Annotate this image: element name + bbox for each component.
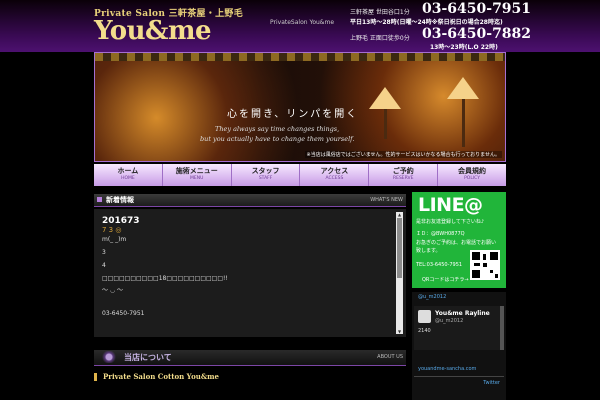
line-text: お急ぎのご予約は、お電話でお願い bbox=[416, 240, 497, 246]
nav-menu[interactable]: 施術メニュー MENU bbox=[163, 164, 232, 186]
shop1-location: 三軒茶屋 世田谷口1分 bbox=[350, 9, 410, 16]
news-post-line: m(_ _)m bbox=[102, 236, 127, 243]
twitter-handle-link[interactable]: @u_m2012 bbox=[418, 294, 446, 300]
nav-access[interactable]: アクセス ACCESS bbox=[300, 164, 370, 186]
lamp-shade-left bbox=[369, 87, 401, 109]
news-section-title: 新着情報 bbox=[106, 196, 134, 204]
nav-reserve[interactable]: ご予約 RESERVE bbox=[369, 164, 439, 186]
news-post-line: □□□□□□□□□□18□□□□□□□□□□!! bbox=[102, 275, 228, 282]
website-link[interactable]: youandme-sancha.com bbox=[418, 366, 476, 372]
shop2-location: 上野毛 正面口徒歩0分 bbox=[350, 35, 410, 42]
about-section-title: 当店について bbox=[124, 353, 172, 362]
tweet-author-name[interactable]: You&me Rayline bbox=[435, 310, 490, 317]
nav-label: 会員規約 bbox=[458, 167, 487, 175]
twitter-widget: @u_m2012 You&me Rayline @u_m2012 2140 yo… bbox=[412, 292, 506, 400]
about-subtitle: Private Salon Cotton You&me bbox=[94, 372, 219, 381]
nav-label: アクセス bbox=[320, 167, 349, 175]
nav-sublabel: RESERVE bbox=[392, 176, 414, 181]
nav-sublabel: POLICY bbox=[464, 176, 480, 181]
tweet-body: 2140 bbox=[418, 328, 431, 334]
hero-quote-line2: but you actually have to change them you… bbox=[200, 135, 355, 143]
tweet-scrollbar[interactable] bbox=[500, 306, 504, 350]
site-logo[interactable]: You&me bbox=[94, 16, 212, 46]
nav-sublabel: HOME bbox=[121, 176, 135, 181]
line-at-banner[interactable]: LINE@ 是非お友達登録して下さいね♪ ＩＤ：@BWH0877Q お急ぎのご予… bbox=[412, 192, 506, 288]
nav-sublabel: ACCESS bbox=[325, 176, 344, 181]
news-scrollbar[interactable]: ▲ ▼ bbox=[396, 212, 403, 334]
line-tel: TEL:03-6450-7951 bbox=[416, 262, 463, 268]
shop1-hours: 平日13時～28時(日曜～24時※祭日祝日の場合28時迄) bbox=[350, 19, 503, 26]
whats-new-link[interactable]: WHAT'S NEW bbox=[370, 197, 403, 203]
divider bbox=[414, 376, 504, 377]
hero-quote-line1: They always say time changes things, bbox=[215, 125, 340, 133]
lamp-shade-right bbox=[447, 77, 479, 99]
line-id: ＩＤ：@BWH0877Q bbox=[416, 231, 465, 237]
square-bullet-icon bbox=[97, 197, 102, 202]
scrollbar-thumb[interactable] bbox=[397, 218, 402, 278]
nav-label: ホーム bbox=[117, 167, 139, 175]
qr-code-icon bbox=[470, 250, 500, 280]
news-section-header: 新着情報 WHAT'S NEW bbox=[94, 194, 406, 207]
news-post-title: 201673 bbox=[102, 216, 140, 226]
line-qr-caption: QRコードはコチラ→ bbox=[422, 277, 469, 283]
nav-sublabel: STAFF bbox=[258, 176, 273, 181]
line-text: 是非お友達登録して下さいね♪ bbox=[416, 219, 485, 225]
hero-disclaimer: ※当店は風俗店ではございません。性的サービスはいかなる場合も行っておりません。 bbox=[304, 151, 502, 158]
hero-heading: 心を開き、リンパを開く bbox=[227, 109, 359, 120]
nav-label: 施術メニュー bbox=[175, 167, 218, 175]
lamp-stand-left bbox=[384, 109, 387, 139]
shop2-hours: 13時～23時(L.O 22時) bbox=[430, 44, 498, 51]
avatar[interactable] bbox=[418, 310, 431, 323]
line-text: 致します。 bbox=[416, 248, 441, 254]
news-post-line: 3 bbox=[102, 249, 106, 256]
nav-policy[interactable]: 会員規約 POLICY bbox=[438, 164, 506, 186]
tweet-card[interactable]: You&me Rayline @u_m2012 2140 bbox=[414, 306, 504, 350]
nav-label: スタッフ bbox=[251, 167, 280, 175]
pin-icon bbox=[94, 373, 97, 381]
site-header: Private Salon 三軒茶屋・上野毛 You&me PrivateSal… bbox=[0, 0, 600, 52]
twitter-link[interactable]: Twitter bbox=[483, 380, 500, 386]
about-section-header: 当店について ABOUT US bbox=[94, 350, 406, 366]
news-panel: 201673 7 3 ◎ m(_ _)m 3 4 □□□□□□□□□□18□□□… bbox=[94, 209, 406, 337]
about-us-link[interactable]: ABOUT US bbox=[377, 354, 403, 360]
news-post-line: 4 bbox=[102, 262, 106, 269]
news-post-date: 7 3 ◎ bbox=[102, 226, 122, 234]
news-post-line: ～ ◡ ～ bbox=[102, 287, 124, 294]
lamp-stand-right bbox=[462, 99, 465, 147]
hero-curtain-trim bbox=[95, 53, 505, 61]
brand-subtitle: PrivateSalon You&me bbox=[270, 19, 335, 26]
shop1-phone[interactable]: 03-6450-7951 bbox=[422, 1, 531, 17]
scroll-down-icon[interactable]: ▼ bbox=[397, 329, 402, 334]
scroll-up-icon[interactable]: ▲ bbox=[397, 212, 402, 217]
news-post-line: 03-6450-7951 bbox=[102, 310, 145, 317]
hero-banner: 心を開き、リンパを開く They always say time changes… bbox=[94, 52, 506, 162]
tweet-author-id: @u_m2012 bbox=[435, 318, 464, 324]
nav-label: ご予約 bbox=[392, 167, 414, 175]
nav-staff[interactable]: スタッフ STAFF bbox=[232, 164, 301, 186]
news-scroll-area[interactable]: 201673 7 3 ◎ m(_ _)m 3 4 □□□□□□□□□□18□□□… bbox=[97, 212, 395, 334]
main-nav: ホーム HOME 施術メニュー MENU スタッフ STAFF アクセス ACCESS … bbox=[94, 164, 506, 186]
flower-ornament-icon bbox=[96, 351, 122, 363]
shop2-phone[interactable]: 03-6450-7882 bbox=[422, 26, 531, 42]
line-logo: LINE@ bbox=[418, 194, 483, 216]
nav-home[interactable]: ホーム HOME bbox=[94, 164, 163, 186]
about-subtitle-text: Private Salon Cotton You&me bbox=[103, 372, 220, 381]
nav-sublabel: MENU bbox=[190, 176, 204, 181]
